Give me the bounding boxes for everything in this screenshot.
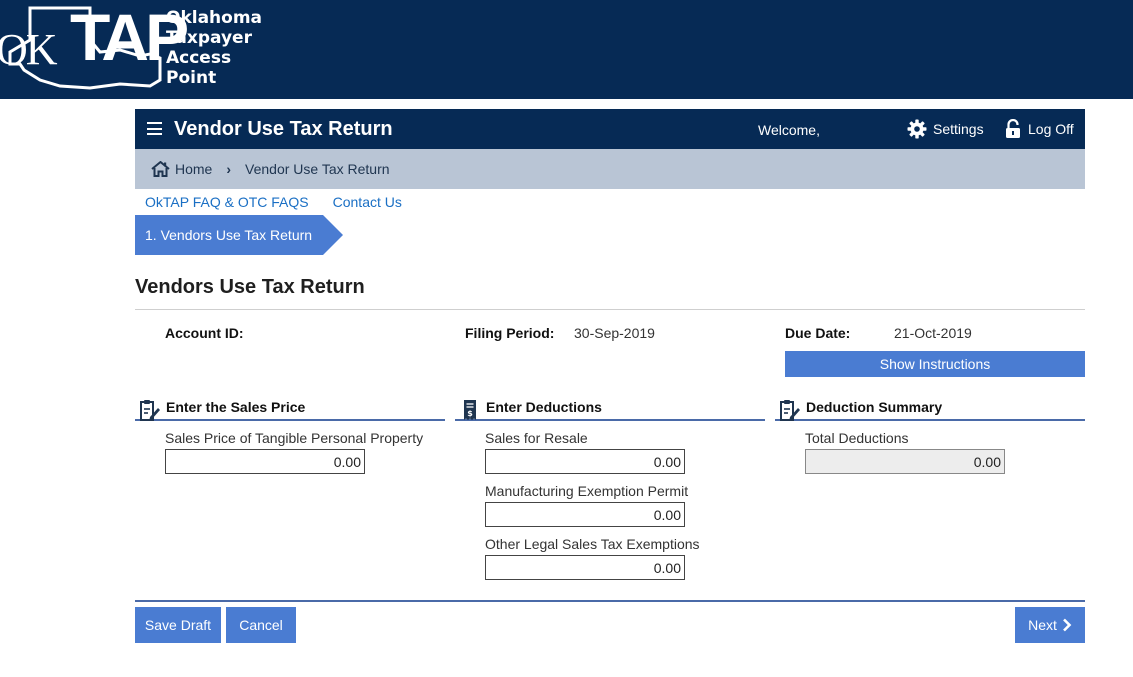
breadcrumb-current: Vendor Use Tax Return	[245, 161, 390, 177]
chevron-right-icon	[1062, 618, 1072, 632]
gear-icon	[907, 119, 927, 139]
account-id-label: Account ID:	[165, 325, 244, 341]
manufacturing-exemption-label: Manufacturing Exemption Permit	[485, 483, 689, 499]
menu-icon[interactable]	[147, 122, 162, 135]
app-header: Vendor Use Tax Return Welcome, Settings	[135, 109, 1085, 149]
sales-for-resale-input[interactable]: 0.00	[485, 449, 685, 474]
sales-price-label: Sales Price of Tangible Personal Propert…	[165, 430, 424, 446]
home-icon	[151, 161, 170, 177]
due-date-label: Due Date:	[785, 325, 851, 341]
next-button[interactable]: Next	[1015, 607, 1085, 643]
step-arrow	[323, 215, 343, 255]
next-label: Next	[1028, 617, 1057, 633]
svg-text:$: $	[467, 409, 473, 418]
page-title: Vendors Use Tax Return	[135, 276, 365, 298]
sales-price-section-header: Enter the Sales Price	[135, 399, 445, 421]
clipboard-edit-icon	[780, 400, 800, 421]
sales-price-section-title: Enter the Sales Price	[166, 399, 306, 415]
receipt-icon: $	[464, 400, 476, 420]
logo-word: Oklahoma	[166, 8, 263, 28]
total-deductions-field: 0.00	[805, 449, 1005, 474]
logo-tagline: Oklahoma Taxpayer Access Point	[166, 8, 262, 88]
logo-word: Access	[166, 48, 232, 68]
filing-period-value: 30-Sep-2019	[574, 325, 655, 341]
deductions-section-title: Enter Deductions	[486, 399, 602, 415]
breadcrumb-home[interactable]: Home	[151, 161, 212, 177]
lock-icon	[1006, 119, 1020, 138]
logoff-button[interactable]: Log Off	[1005, 119, 1074, 139]
other-exemptions-input[interactable]: 0.00	[485, 555, 685, 580]
cancel-button[interactable]: Cancel	[226, 607, 296, 643]
due-date-value: 21-Oct-2019	[894, 325, 972, 341]
settings-label: Settings	[933, 121, 984, 137]
logo-ok-text: OK	[0, 25, 58, 74]
breadcrumb-home-label: Home	[175, 161, 213, 177]
oktap-logo[interactable]: OK TAP Oklahoma Taxpayer Access Point	[0, 0, 270, 99]
deduction-summary-section-title: Deduction Summary	[806, 399, 943, 415]
breadcrumb: Home › Vendor Use Tax Return	[135, 149, 1085, 189]
manufacturing-exemption-input[interactable]: 0.00	[485, 502, 685, 527]
chevron-right-icon: ›	[226, 161, 232, 177]
app-title: Vendor Use Tax Return	[174, 118, 393, 140]
sales-price-input[interactable]: 0.00	[165, 449, 365, 474]
deductions-section-header: $ Enter Deductions	[455, 399, 765, 421]
total-deductions-label: Total Deductions	[805, 430, 909, 446]
sales-for-resale-label: Sales for Resale	[485, 430, 588, 446]
deduction-summary-section-header: Deduction Summary	[775, 399, 1085, 421]
faq-link[interactable]: OkTAP FAQ & OTC FAQS	[145, 194, 309, 210]
clipboard-edit-icon	[140, 400, 160, 421]
logo-word: Point	[166, 68, 217, 88]
other-exemptions-label: Other Legal Sales Tax Exemptions	[485, 536, 700, 552]
filing-period-label: Filing Period:	[465, 325, 555, 341]
save-draft-button[interactable]: Save Draft	[135, 607, 221, 643]
site-banner: OK TAP Oklahoma Taxpayer Access Point	[0, 0, 1133, 99]
settings-button[interactable]: Settings	[907, 119, 984, 139]
help-links: OkTAP FAQ & OTC FAQS Contact Us	[145, 194, 426, 210]
footer-divider	[135, 600, 1085, 602]
logo-word: Taxpayer	[166, 28, 252, 48]
contact-us-link[interactable]: Contact Us	[333, 194, 402, 210]
logoff-label: Log Off	[1028, 121, 1074, 137]
step-tab-label: 1. Vendors Use Tax Return	[135, 215, 323, 255]
welcome-text: Welcome,	[758, 122, 820, 138]
show-instructions-button[interactable]: Show Instructions	[785, 351, 1085, 377]
divider	[135, 309, 1085, 310]
